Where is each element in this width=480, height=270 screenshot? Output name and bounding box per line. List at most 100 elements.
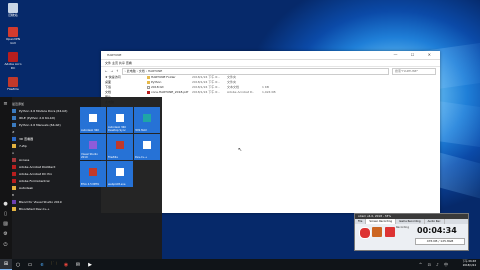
tile-label: Autodesk 360 [81,129,99,132]
app-access[interactable]: Access [12,156,78,163]
app-label: Autodesk [19,185,34,190]
app-label: Python 2.6 Module Docs (64-bit) [19,108,68,113]
picture-icon[interactable]: ▨ [3,222,8,227]
edge-icon[interactable]: e [36,259,48,270]
settings-icon[interactable]: ⚙ [3,232,8,237]
file-row[interactable]: cons.HARTUNE_2018.pdf 2018/1/24 下午 6:.. … [147,90,287,95]
desktop-icon-label: FileZilla [7,87,19,91]
app-7zip[interactable]: 7-Zip [12,142,78,149]
mail-icon[interactable]: ✉ [72,259,84,270]
media-icon[interactable]: ▶ [84,259,96,270]
app-python-module-docs[interactable]: Python 2.6 Module Docs (64-bit) [12,107,78,114]
app-dev-cpp[interactable]: Bloodshed Dev-C++ [12,205,78,212]
app-list: 最近添加 Python 2.6 Module Docs (64-bit) IDL… [12,100,78,212]
stop-button[interactable] [385,227,395,237]
start-button[interactable]: ⊞ [0,259,12,270]
tile-label: Autodesk 360 Desktop Sync [108,126,126,132]
explorer-ribbon[interactable]: 文件 主页 共享 查看 [101,60,440,67]
file-size: 1,024 KB [262,90,276,94]
python-icon [12,108,16,113]
recording-time: 00:04:34 [417,226,457,235]
app-label: Adobe FormsCentral [19,178,50,183]
app-label: 7-Zip [19,143,27,148]
back-arrow-icon[interactable]: ← [105,69,108,73]
forward-arrow-icon[interactable]: → [111,69,114,73]
app-acrobat-pro[interactable]: Adobe Acrobat DC Pro [12,170,78,177]
blend-icon [12,199,16,204]
explorer-title: HARTUNE [107,53,122,57]
hamburger-icon[interactable]: ≡ [3,102,8,107]
tile-dev-cpp[interactable]: Dev-C++ [134,134,160,160]
desktop-icon-recycle-bin[interactable]: 回收站 [3,3,23,18]
app-forms-central[interactable]: Adobe FormsCentral [12,177,78,184]
folder-icon [147,75,150,79]
desktop-icon-acrobat[interactable]: Adobe Acro DC [3,52,23,70]
search-input[interactable]: 搜索"HARTUNE" [392,67,436,75]
document-icon[interactable]: ▯ [3,212,8,217]
app-idle[interactable]: IDLE (Python 2.6 64-bit) [12,114,78,121]
explorer-title-bar[interactable]: HARTUNE — ☐ ✕ [101,51,440,60]
tile-label: EIVA 4.5 NPFA [81,183,100,186]
app-python-manuals[interactable]: Python 2.6 Manuals (64-bit) [12,121,78,128]
section-header-hash[interactable]: # [12,128,78,135]
3ds-max-icon [143,114,151,122]
tile-autodesk-sync[interactable]: Autodesk 360 Desktop Sync [107,107,133,133]
desktop-icon-label: Adobe Acro DC [4,62,22,70]
up-arrow-icon[interactable]: ↑ [116,69,119,73]
explorer-address-row: ← → ↑ › 此电脑 › 文档 › HARTUNE 搜索"HARTUNE" [101,67,440,75]
app-acrobat-distiller[interactable]: Adobe Acrobat DistillerX [12,163,78,170]
window-controls[interactable]: — ☐ ✕ [394,51,437,59]
app-label: 3D 查看器 [19,136,34,141]
record-button[interactable] [359,227,371,239]
recording-status: Recording [396,226,409,229]
python-icon [12,122,16,127]
section-header-recent: 最近添加 [12,101,25,106]
screen-recorder-window: oCam v4.0, 2018 - 33% File Screen Record… [354,213,469,251]
tile-3ds-max[interactable]: 3DS MAX [134,107,160,133]
filezilla-icon [116,141,124,149]
chrome-icon[interactable]: ◉ [60,259,72,270]
tile-label: Visual Studio 2019 [81,153,98,159]
autodesk-icon [116,114,124,122]
mouse-cursor-icon: ↖ [238,147,243,153]
folder-icon [147,80,150,84]
app-autodesk[interactable]: Autodesk [12,184,78,191]
tile-webplot[interactable]: webplot8.exe [107,161,133,187]
folder-icon [12,206,16,211]
text-file-icon [147,85,150,89]
app-blend[interactable]: Blend for Visual Studio 2019 [12,198,78,205]
recording-size: 476 KB / 125.8GB [415,238,465,245]
tile-label: Dev-C++ [135,156,148,159]
file-date: 2018/1/24 下午 6:.. [192,90,221,94]
desktop-icon-filezilla[interactable]: FileZilla [3,77,23,92]
recycle-bin-icon [8,3,18,13]
tile-label: FileZilla [108,156,118,159]
clock[interactable]: 下午 06:48 2018/1/24 [463,260,477,268]
power-icon[interactable]: ⏻ [3,243,8,248]
tile-visual-studio[interactable]: Visual Studio 2019 [80,134,106,160]
pause-button[interactable] [372,227,382,237]
webplot-icon [116,168,124,176]
task-view-icon[interactable]: ▭ [24,259,36,270]
visual-studio-icon [89,141,97,149]
section-header-b[interactable]: B [12,191,78,198]
python-icon [12,115,16,120]
desktop-icon-openvpn[interactable]: OpenVPN GUI [3,27,23,45]
address-bar[interactable]: › 此电脑 › 文档 › HARTUNE [121,67,389,75]
system-tray-icons[interactable]: ^ ⊡ ♪ 中 [419,262,450,268]
file-explorer-icon[interactable]: 🗀 [48,259,60,270]
tile-autodesk-360[interactable]: Autodesk 360 [80,107,106,133]
cube-icon [12,136,16,141]
user-icon[interactable]: ● [3,202,8,207]
tile-eiva[interactable]: EIVA 4.5 NPFA [80,161,106,187]
app-label: Access [19,157,30,162]
file-name: Python [151,80,162,84]
tile-filezilla[interactable]: FileZilla [107,134,133,160]
tile-label: 3DS MAX [135,129,147,132]
acrobat-icon [12,164,16,169]
app-3d-viewer[interactable]: 3D 查看器 [12,135,78,142]
app-label: Adobe Acrobat DistillerX [19,164,56,169]
search-icon[interactable]: ○ [12,259,24,270]
app-label: Adobe Acrobat DC Pro [19,171,53,176]
section-header-a[interactable]: A [12,149,78,156]
